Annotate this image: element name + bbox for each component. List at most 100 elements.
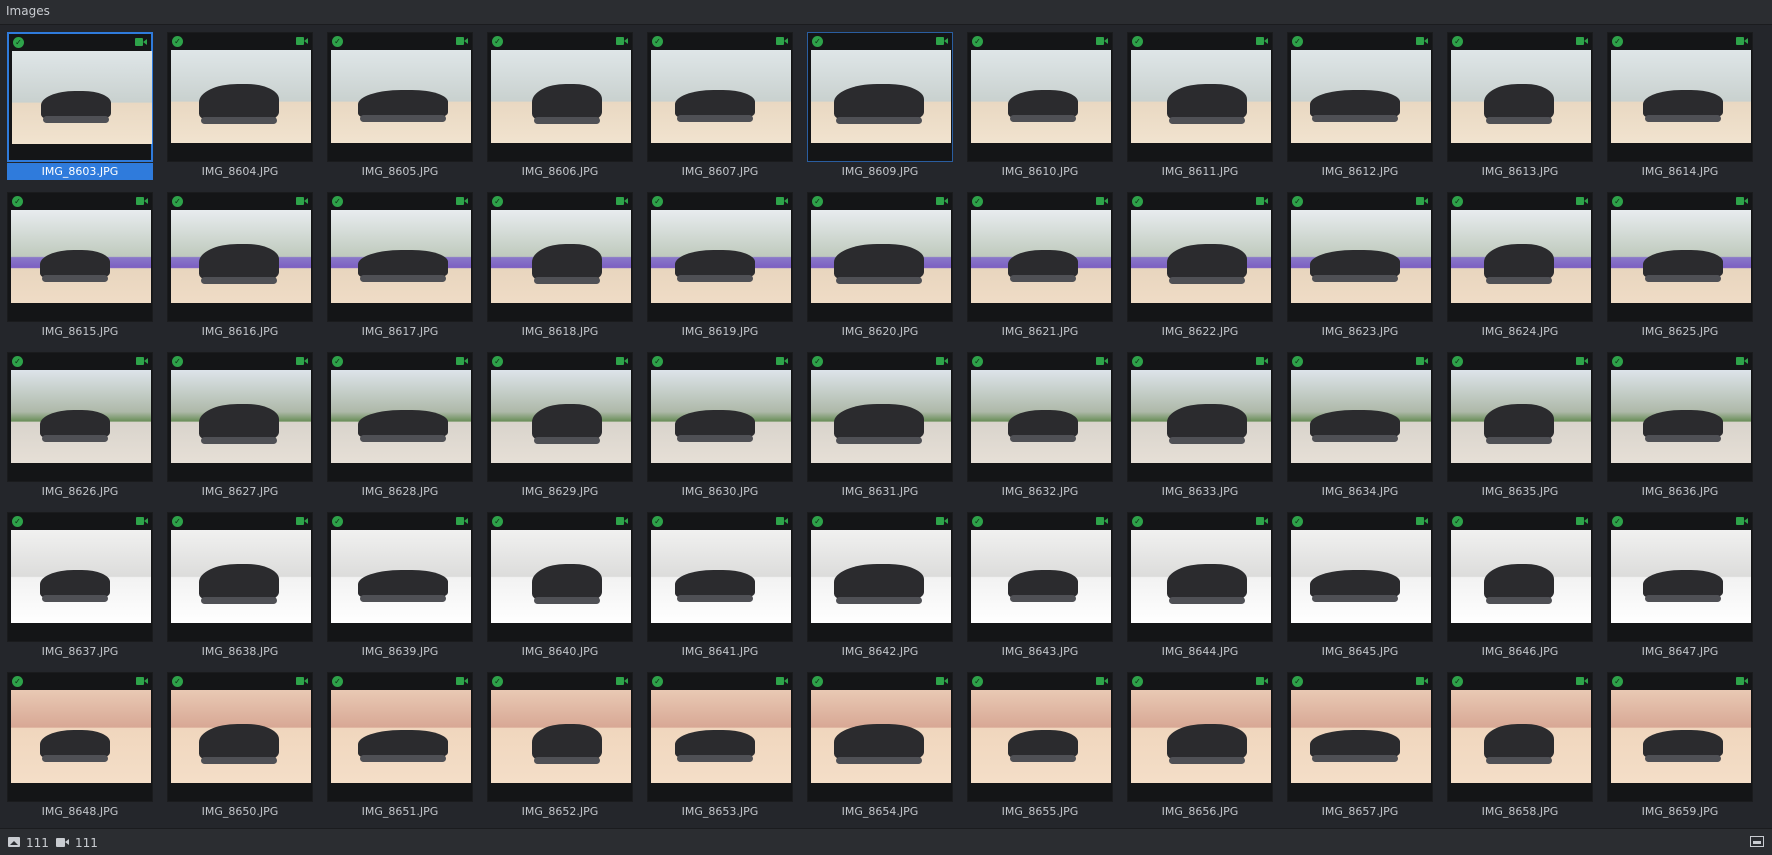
thumbnail-frame: ✓ [1127,512,1273,642]
thumbnail-filename: IMG_8627.JPG [201,485,279,498]
image-thumbnail[interactable]: ✓ IMG_8654.JPG [807,672,953,820]
thumbnail-filename: IMG_8621.JPG [1001,325,1079,338]
thumbnail-filename: IMG_8603.JPG [7,163,153,180]
image-thumbnail[interactable]: ✓ IMG_8615.JPG [7,192,153,340]
image-thumbnail[interactable]: ✓ IMG_8650.JPG [167,672,313,820]
thumbnail-photo [331,690,471,783]
image-thumbnail[interactable]: ✓ IMG_8637.JPG [7,512,153,660]
image-thumbnail[interactable]: ✓ IMG_8657.JPG [1287,672,1433,820]
thumbnail-filename: IMG_8634.JPG [1321,485,1399,498]
image-thumbnail[interactable]: ✓ IMG_8621.JPG [967,192,1113,340]
image-thumbnail[interactable]: ✓ IMG_8618.JPG [487,192,633,340]
image-thumbnail[interactable]: ✓ IMG_8620.JPG [807,192,953,340]
thumbnail-photo [971,210,1111,303]
image-thumbnail[interactable]: ✓ IMG_8610.JPG [967,32,1113,180]
thumbnail-frame: ✓ [1127,32,1273,162]
thumbnail-photo [171,530,311,623]
image-thumbnail[interactable]: ✓ IMG_8634.JPG [1287,352,1433,500]
image-thumbnail[interactable]: ✓ IMG_8606.JPG [487,32,633,180]
image-thumbnail[interactable]: ✓ IMG_8639.JPG [327,512,473,660]
image-thumbnail[interactable]: ✓ IMG_8625.JPG [1607,192,1753,340]
image-thumbnail[interactable]: ✓ IMG_8617.JPG [327,192,473,340]
image-thumbnail[interactable]: ✓ IMG_8631.JPG [807,352,953,500]
image-thumbnail[interactable]: ✓ IMG_8647.JPG [1607,512,1753,660]
thumbnail-toggle-icon[interactable] [1750,836,1764,847]
thumbnail-filename: IMG_8633.JPG [1161,485,1239,498]
image-thumbnail[interactable]: ✓ IMG_8632.JPG [967,352,1113,500]
thumbnail-frame: ✓ [327,352,473,482]
thumbnail-frame: ✓ [807,352,953,482]
image-thumbnail[interactable]: ✓ IMG_8646.JPG [1447,512,1593,660]
image-thumbnail[interactable]: ✓ IMG_8638.JPG [167,512,313,660]
check-circle-icon: ✓ [1452,676,1463,687]
image-thumbnail[interactable]: ✓ IMG_8616.JPG [167,192,313,340]
image-thumbnail[interactable]: ✓ IMG_8626.JPG [7,352,153,500]
check-circle-icon: ✓ [1132,676,1143,687]
camera-icon [136,197,148,205]
image-thumbnail[interactable]: ✓ IMG_8640.JPG [487,512,633,660]
image-thumbnail[interactable]: ✓ IMG_8603.JPG [7,32,153,180]
image-thumbnail[interactable]: ✓ IMG_8651.JPG [327,672,473,820]
image-thumbnail[interactable]: ✓ IMG_8613.JPG [1447,32,1593,180]
image-thumbnail[interactable]: ✓ IMG_8614.JPG [1607,32,1753,180]
image-thumbnail[interactable]: ✓ IMG_8612.JPG [1287,32,1433,180]
thumbnail-filename: IMG_8605.JPG [361,165,439,178]
thumbnail-filename: IMG_8616.JPG [201,325,279,338]
thumbnail-filename: IMG_8623.JPG [1321,325,1399,338]
check-circle-icon: ✓ [332,516,343,527]
image-thumbnail[interactable]: ✓ IMG_8629.JPG [487,352,633,500]
check-circle-icon: ✓ [332,36,343,47]
thumbnail-filename: IMG_8652.JPG [521,805,599,818]
camera-icon [1096,37,1108,45]
check-circle-icon: ✓ [172,36,183,47]
thumbnail-frame: ✓ [7,352,153,482]
image-thumbnail[interactable]: ✓ IMG_8622.JPG [1127,192,1273,340]
image-thumbnail[interactable]: ✓ IMG_8644.JPG [1127,512,1273,660]
image-thumbnail[interactable]: ✓ IMG_8656.JPG [1127,672,1273,820]
thumbnail-frame: ✓ [967,672,1113,802]
thumbnail-photo [811,690,951,783]
thumbnail-filename: IMG_8630.JPG [681,485,759,498]
check-circle-icon: ✓ [1132,516,1143,527]
image-thumbnail[interactable]: ✓ IMG_8627.JPG [167,352,313,500]
image-thumbnail[interactable]: ✓ IMG_8623.JPG [1287,192,1433,340]
image-thumbnail[interactable]: ✓ IMG_8653.JPG [647,672,793,820]
thumbnail-filename: IMG_8637.JPG [41,645,119,658]
thumbnail-filename: IMG_8650.JPG [201,805,279,818]
image-thumbnail[interactable]: ✓ IMG_8611.JPG [1127,32,1273,180]
image-thumbnail[interactable]: ✓ IMG_8604.JPG [167,32,313,180]
image-thumbnail[interactable]: ✓ IMG_8628.JPG [327,352,473,500]
check-circle-icon: ✓ [812,676,823,687]
image-thumbnail[interactable]: ✓ IMG_8607.JPG [647,32,793,180]
thumbnail-frame: ✓ [967,352,1113,482]
thumbnail-photo [11,690,151,783]
image-thumbnail[interactable]: ✓ IMG_8655.JPG [967,672,1113,820]
image-thumbnail[interactable]: ✓ IMG_8630.JPG [647,352,793,500]
camera-icon [616,677,628,685]
image-thumbnail[interactable]: ✓ IMG_8619.JPG [647,192,793,340]
image-thumbnail[interactable]: ✓ IMG_8624.JPG [1447,192,1593,340]
image-thumbnail[interactable]: ✓ IMG_8643.JPG [967,512,1113,660]
image-thumbnail[interactable]: ✓ IMG_8605.JPG [327,32,473,180]
image-thumbnail[interactable]: ✓ IMG_8645.JPG [1287,512,1433,660]
check-circle-icon: ✓ [1292,356,1303,367]
image-thumbnail[interactable]: ✓ IMG_8641.JPG [647,512,793,660]
image-thumbnail[interactable]: ✓ IMG_8652.JPG [487,672,633,820]
image-thumbnail[interactable]: ✓ IMG_8648.JPG [7,672,153,820]
image-thumbnail[interactable]: ✓ IMG_8642.JPG [807,512,953,660]
camera-icon [1416,517,1428,525]
image-thumbnail[interactable]: ✓ IMG_8658.JPG [1447,672,1593,820]
thumbnail-frame: ✓ [1287,512,1433,642]
image-thumbnail[interactable]: ✓ IMG_8659.JPG [1607,672,1753,820]
image-thumbnail[interactable]: ✓ IMG_8633.JPG [1127,352,1273,500]
thumbnail-photo [1291,530,1431,623]
thumbnail-photo [491,370,631,463]
camera-icon [1096,357,1108,365]
image-thumbnail[interactable]: ✓ IMG_8609.JPG [807,32,953,180]
thumbnail-photo [491,690,631,783]
thumbnail-photo [1611,530,1751,623]
camera-icon [1736,37,1748,45]
image-thumbnail[interactable]: ✓ IMG_8635.JPG [1447,352,1593,500]
thumbnail-filename: IMG_8628.JPG [361,485,439,498]
image-thumbnail[interactable]: ✓ IMG_8636.JPG [1607,352,1753,500]
